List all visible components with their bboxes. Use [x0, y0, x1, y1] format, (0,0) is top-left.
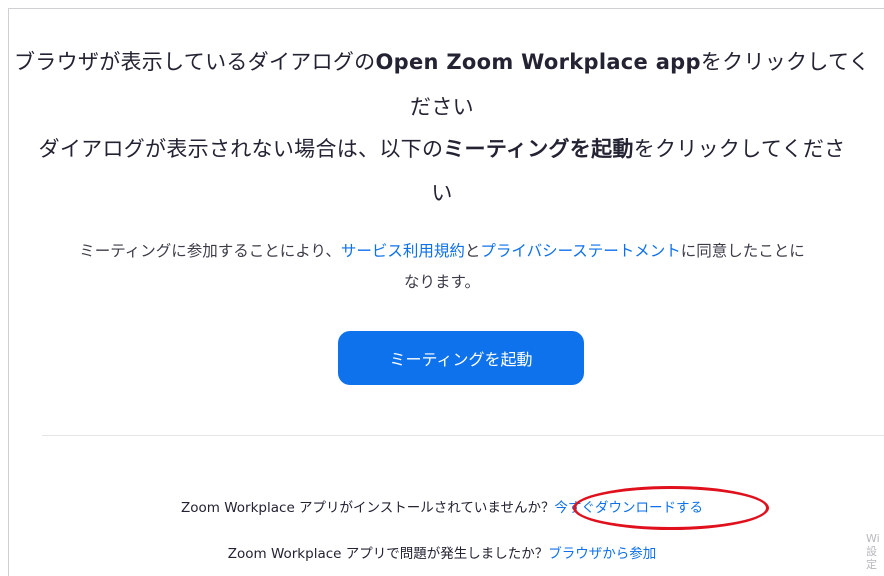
download-now-link[interactable]: 今すぐダウンロードする [554, 500, 703, 516]
instruction-1-text-end: をクリックしてく [700, 50, 870, 74]
open-app-emphasis: Open Zoom Workplace app [375, 50, 701, 74]
problem-text: Zoom Workplace アプリで問題が発生しましたか？ [227, 546, 549, 562]
section-divider [42, 435, 884, 436]
join-from-browser-link[interactable]: ブラウザから参加 [548, 546, 656, 562]
watermark-line-1: Wi [866, 532, 880, 545]
not-installed-text: Zoom Workplace アプリがインストールされていませんか？ [181, 500, 555, 516]
instruction-2-text: ダイアログが表示されない場合は、以下の [38, 137, 444, 161]
privacy-statement-link[interactable]: プライバシーステートメント [480, 242, 680, 260]
launch-meeting-emphasis: ミーティングを起動 [443, 137, 634, 161]
instruction-line-2-wrap: い [431, 181, 453, 205]
launch-meeting-button-label: ミーティングを起動 [389, 350, 533, 369]
launch-meeting-button[interactable]: ミーティングを起動 [338, 331, 584, 385]
terms-conjunction: と [464, 242, 481, 260]
terms-of-service-link[interactable]: サービス利用規約 [341, 242, 465, 260]
terms-notice-wrap: なります。 [404, 273, 480, 291]
instruction-line-1-wrap: ださい [410, 95, 474, 119]
watermark-line-2: 設定 [866, 545, 877, 571]
instruction-line-1: ブラウザが表示しているダイアログのOpen Zoom Workplace app… [0, 46, 884, 76]
instruction-2-text-end: をクリックしてくださ [633, 137, 846, 161]
instruction-1-text: ブラウザが表示しているダイアログの [14, 50, 376, 74]
activation-watermark: Wi 設定 [866, 532, 884, 571]
terms-text: ミーティングに参加することにより、 [79, 242, 341, 260]
download-prompt: Zoom Workplace アプリがインストールされていませんか？今すぐダウン… [0, 496, 884, 516]
terms-notice: ミーティングに参加することにより、サービス利用規約とプライバシーステートメントに… [0, 239, 884, 261]
instruction-line-2: ダイアログが表示されない場合は、以下のミーティングを起動をクリックしてくださ [0, 133, 884, 163]
browser-join-prompt: Zoom Workplace アプリで問題が発生しましたか？ブラウザから参加 [0, 542, 884, 562]
terms-text-end: に同意したことに [680, 242, 805, 260]
